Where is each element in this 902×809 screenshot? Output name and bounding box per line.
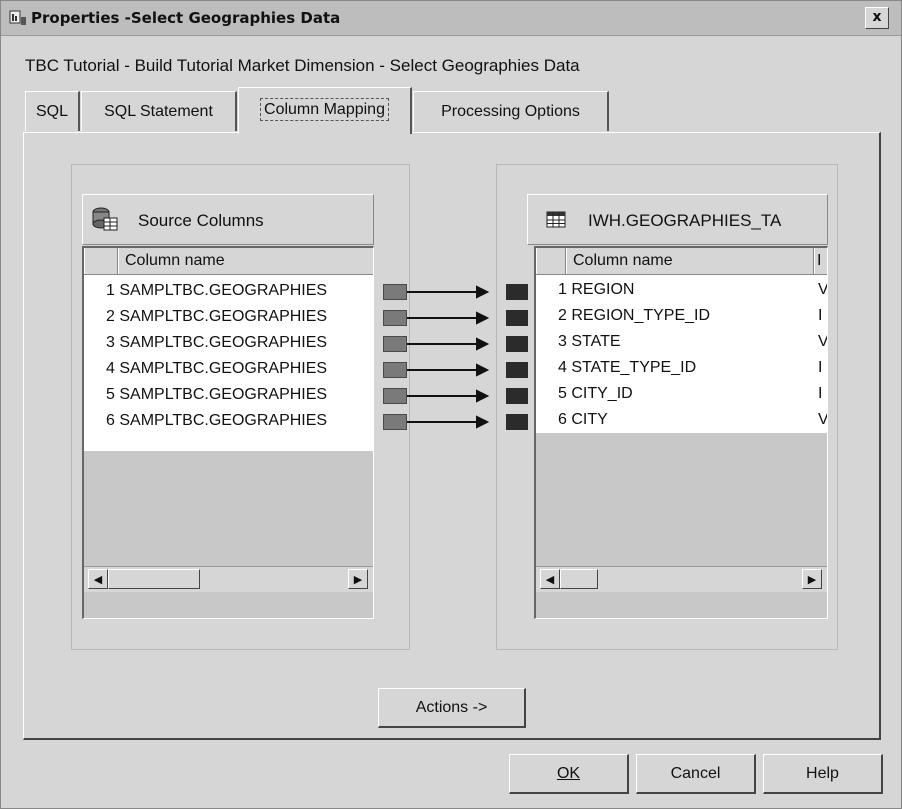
- source-rows: 1 SAMPLTBC.GEOGRAPHIES 2 SAMPLTBC.GEOGRA…: [84, 275, 373, 451]
- list-item[interactable]: 3 SAMPLTBC.GEOGRAPHIES: [106, 330, 373, 356]
- target-columns-list[interactable]: Column name I 1 REGION V 2 REGION_TYPE_I…: [534, 246, 828, 619]
- close-icon[interactable]: x: [865, 7, 889, 29]
- list-item-type: V: [818, 411, 828, 428]
- properties-dialog: Properties -Select Geographies Data x TB…: [0, 0, 902, 809]
- scroll-left-icon[interactable]: ◀: [540, 569, 560, 589]
- row-number-header: [536, 248, 566, 274]
- title-bar[interactable]: Properties -Select Geographies Data x: [1, 1, 901, 36]
- row-number-header: [84, 248, 118, 274]
- target-list-header: Column name I: [536, 248, 827, 275]
- target-table-title: IWH.GEOGRAPHIES_TA: [588, 211, 782, 230]
- ok-label: OK: [556, 765, 581, 782]
- ok-button[interactable]: OK: [509, 754, 629, 794]
- target-rows: 1 REGION V 2 REGION_TYPE_ID I 3 STATE V …: [536, 275, 827, 433]
- source-list-header: Column name: [84, 248, 373, 275]
- actions-button[interactable]: Actions ->: [378, 688, 526, 728]
- list-item[interactable]: 4 SAMPLTBC.GEOGRAPHIES: [106, 356, 373, 382]
- target-column-name-header[interactable]: Column name: [566, 248, 814, 274]
- scroll-right-icon[interactable]: ▶: [348, 569, 368, 589]
- target-mapping-handle[interactable]: [506, 284, 528, 300]
- target-type-header[interactable]: I: [814, 248, 827, 274]
- app-icon: [9, 10, 26, 25]
- target-mapping-handle[interactable]: [506, 310, 528, 326]
- target-mapping-handle[interactable]: [506, 362, 528, 378]
- tab-processing-options[interactable]: Processing Options: [413, 91, 609, 131]
- window-title: Properties -Select Geographies Data: [31, 9, 341, 27]
- source-mapping-handle[interactable]: [383, 414, 407, 430]
- source-mapping-handle[interactable]: [383, 284, 407, 300]
- help-button[interactable]: Help: [763, 754, 883, 794]
- source-group: Source Columns Column name 1 SAMPLTBC.GE…: [71, 164, 410, 650]
- cancel-button[interactable]: Cancel: [636, 754, 756, 794]
- column-mapping-panel: Source Columns Column name 1 SAMPLTBC.GE…: [23, 132, 881, 740]
- list-item-type: I: [818, 307, 823, 324]
- scroll-thumb[interactable]: [108, 569, 200, 589]
- target-mapping-handle[interactable]: [506, 336, 528, 352]
- list-item-type: I: [818, 359, 823, 376]
- table-grid-icon: [546, 211, 566, 228]
- source-horizontal-scrollbar[interactable]: ◀ ▶: [84, 566, 373, 592]
- source-columns-list[interactable]: Column name 1 SAMPLTBC.GEOGRAPHIES 2 SAM…: [82, 246, 374, 619]
- list-item[interactable]: 2 SAMPLTBC.GEOGRAPHIES: [106, 304, 373, 330]
- source-mapping-handle[interactable]: [383, 362, 407, 378]
- source-mapping-handle[interactable]: [383, 310, 407, 326]
- target-mapping-handle[interactable]: [506, 414, 528, 430]
- target-mapping-handle[interactable]: [506, 388, 528, 404]
- scroll-left-icon[interactable]: ◀: [88, 569, 108, 589]
- source-mapping-handle[interactable]: [383, 388, 407, 404]
- list-item-type: V: [818, 333, 828, 350]
- target-horizontal-scrollbar[interactable]: ◀ ▶: [536, 566, 827, 592]
- tab-sql-statement[interactable]: SQL Statement: [81, 91, 237, 131]
- tab-sql[interactable]: SQL: [25, 91, 80, 131]
- mapping-arrows: [407, 285, 490, 429]
- list-item[interactable]: 2 REGION_TYPE_ID: [558, 303, 808, 329]
- step-path: TBC Tutorial - Build Tutorial Market Dim…: [25, 56, 580, 75]
- target-group: IWH.GEOGRAPHIES_TA Column name I 1 REGIO…: [496, 164, 838, 650]
- list-item-type: V: [818, 281, 828, 298]
- target-header: IWH.GEOGRAPHIES_TA: [527, 194, 828, 245]
- list-item[interactable]: 6 CITY: [558, 407, 808, 433]
- tab-column-mapping[interactable]: Column Mapping: [238, 87, 412, 134]
- list-item-type: I: [818, 385, 823, 402]
- source-columns-title: Source Columns: [138, 211, 264, 230]
- list-item[interactable]: 6 SAMPLTBC.GEOGRAPHIES: [106, 408, 373, 434]
- source-header: Source Columns: [82, 194, 374, 245]
- list-item[interactable]: 1 SAMPLTBC.GEOGRAPHIES: [106, 278, 373, 304]
- list-item[interactable]: 4 STATE_TYPE_ID: [558, 355, 808, 381]
- list-item[interactable]: 5 SAMPLTBC.GEOGRAPHIES: [106, 382, 373, 408]
- list-item[interactable]: 3 STATE: [558, 329, 808, 355]
- list-item[interactable]: 5 CITY_ID: [558, 381, 808, 407]
- source-column-name-header[interactable]: Column name: [118, 248, 373, 274]
- source-mapping-handle[interactable]: [383, 336, 407, 352]
- list-item[interactable]: 1 REGION: [558, 277, 808, 303]
- scroll-right-icon[interactable]: ▶: [802, 569, 822, 589]
- database-table-icon: [92, 207, 118, 231]
- scroll-thumb[interactable]: [560, 569, 598, 589]
